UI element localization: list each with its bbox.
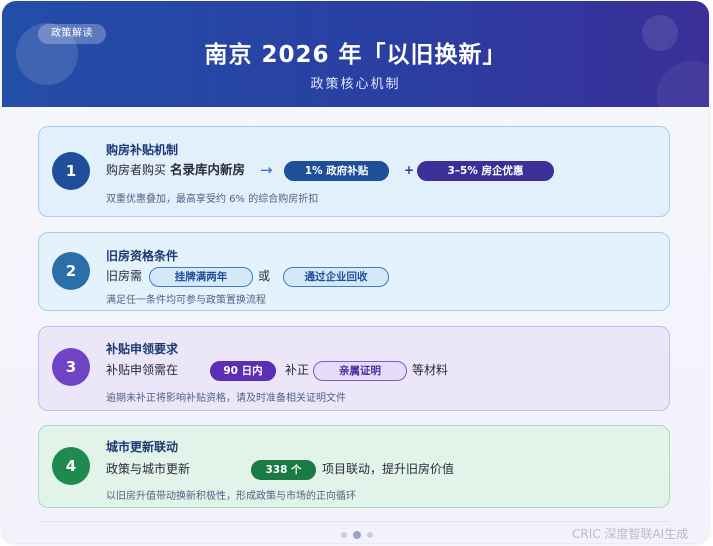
step-text: 等材料 bbox=[412, 363, 449, 377]
step-title: 购房补贴机制 bbox=[106, 143, 179, 157]
kinship-proof-badge: 亲属证明 bbox=[313, 361, 407, 381]
step-title: 补贴申领要求 bbox=[106, 342, 179, 356]
project-count-badge: 338 个 bbox=[251, 460, 316, 480]
step-old-house-eligibility: 2 旧房资格条件 旧房需 挂牌满两年 或 通过企业回收 满足任一条件均可参与政策… bbox=[38, 232, 670, 311]
step-text: 补正 bbox=[285, 363, 310, 377]
listing-two-years-badge: 挂牌满两年 bbox=[149, 267, 253, 287]
step-number-badge: 4 bbox=[52, 447, 90, 485]
step-description: 购房者购买 名录库内新房 → 1% 政府补贴 + 3–5% 房企优惠 bbox=[106, 159, 666, 181]
step-text: 项目联动，提升旧房价值 bbox=[322, 462, 455, 476]
step-purchase-subsidy: 1 购房补贴机制 购房者购买 名录库内新房 → 1% 政府补贴 + 3–5% 房… bbox=[38, 126, 670, 217]
step-number-badge: 1 bbox=[52, 152, 90, 190]
step-note: 以旧房升值带动换新积极性，形成政策与市场的正向循环 bbox=[106, 491, 356, 502]
step-text: 政策与城市更新 bbox=[106, 462, 191, 476]
page-title: 南京 2026 年「以旧换新」 bbox=[204, 42, 507, 68]
step-title: 旧房资格条件 bbox=[106, 249, 179, 263]
step-text: 旧房需 bbox=[106, 269, 143, 283]
step-text: 或 bbox=[258, 269, 271, 283]
page-dot[interactable] bbox=[341, 532, 347, 538]
step-note: 双重优惠叠加，最高享受约 6% 的综合购房折扣 bbox=[106, 194, 319, 205]
government-subsidy-badge: 1% 政府补贴 bbox=[284, 161, 389, 181]
step-description: 政策与城市更新 338 个 项目联动，提升旧房价值 bbox=[106, 458, 666, 480]
step-text: 补贴申领需在 bbox=[106, 363, 179, 377]
step-highlight-text: 名录库内新房 bbox=[170, 162, 246, 177]
step-title: 城市更新联动 bbox=[106, 440, 179, 454]
developer-discount-badge: 3–5% 房企优惠 bbox=[417, 161, 554, 181]
pagination-dots bbox=[341, 531, 381, 539]
ai-generated-watermark: CRIC 深度智联AI生成 bbox=[572, 527, 689, 541]
step-note: 满足任一条件均可参与政策置换流程 bbox=[106, 295, 266, 306]
step-subsidy-claim: 3 补贴申领要求 补贴申领需在 90 日内 补正 亲属证明 等材料 逾期未补正将… bbox=[38, 326, 670, 411]
policy-card: 政策解读 南京 2026 年「以旧换新」 政策核心机制 1 购房补贴机制 购房者… bbox=[2, 1, 709, 543]
page-subtitle: 政策核心机制 bbox=[310, 77, 401, 92]
enterprise-recycling-badge: 通过企业回收 bbox=[283, 267, 389, 287]
page-dot[interactable] bbox=[367, 532, 373, 538]
step-text: 购房者购买 bbox=[106, 163, 167, 177]
step-description: 补贴申领需在 90 日内 补正 亲属证明 等材料 bbox=[106, 359, 666, 381]
footer-divider bbox=[38, 521, 670, 522]
page-dot-active[interactable] bbox=[353, 531, 361, 539]
step-note: 逾期未补正将影响补贴资格，请及时准备相关证明文件 bbox=[106, 393, 346, 404]
arrow-right-icon: → bbox=[260, 161, 273, 179]
step-number-badge: 3 bbox=[52, 348, 90, 386]
header-banner: 政策解读 南京 2026 年「以旧换新」 政策核心机制 bbox=[2, 1, 709, 107]
step-description: 旧房需 挂牌满两年 或 通过企业回收 bbox=[106, 265, 666, 287]
step-urban-renewal: 4 城市更新联动 政策与城市更新 338 个 项目联动，提升旧房价值 以旧房升值… bbox=[38, 425, 670, 508]
plus-icon: + bbox=[404, 163, 415, 177]
deadline-badge: 90 日内 bbox=[210, 361, 276, 381]
step-number-badge: 2 bbox=[52, 252, 90, 290]
